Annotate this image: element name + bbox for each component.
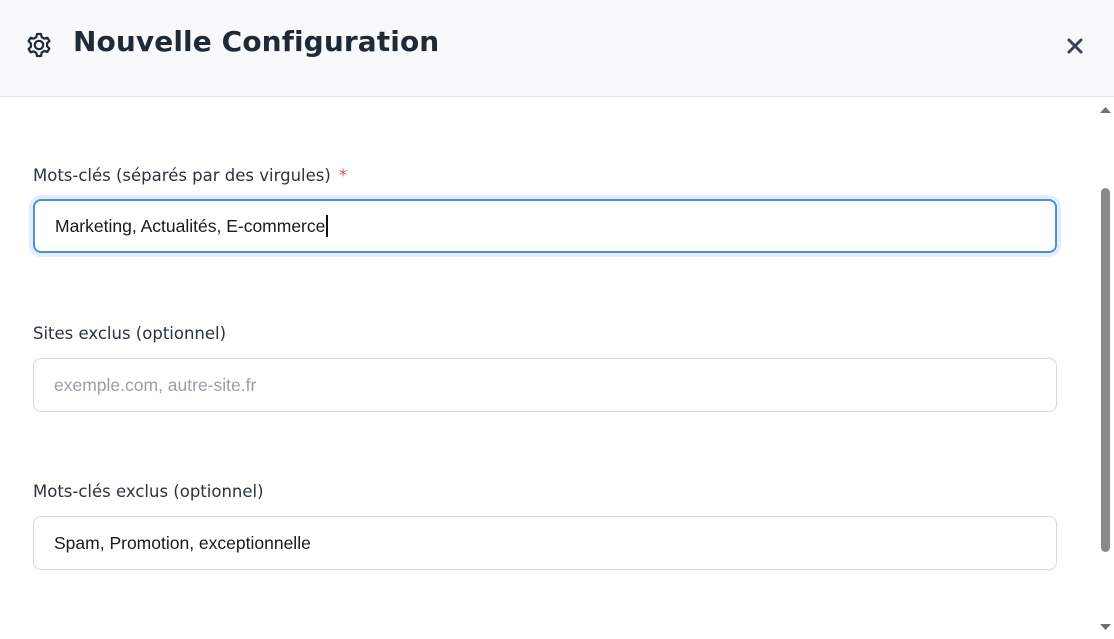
required-marker: *: [338, 166, 348, 185]
scroll-down-arrow-icon[interactable]: [1097, 620, 1114, 634]
keywords-label: Mots-clés (séparés par des virgules) *: [33, 166, 347, 185]
close-icon[interactable]: [1063, 34, 1087, 58]
vertical-scrollbar[interactable]: [1097, 98, 1114, 636]
excluded-keywords-input[interactable]: Spam, Promotion, exceptionnelle: [33, 516, 1057, 570]
keywords-input-value: Marketing, Actualités, E-commerce: [55, 215, 326, 236]
keywords-input[interactable]: Marketing, Actualités, E-commerce: [33, 199, 1057, 253]
excluded-keywords-input-value: Spam, Promotion, exceptionnelle: [54, 532, 311, 553]
excluded-sites-input[interactable]: exemple.com, autre-site.fr: [33, 358, 1057, 412]
scrollbar-thumb[interactable]: [1101, 188, 1110, 552]
gear-icon: [24, 30, 54, 60]
excluded-sites-label: Sites exclus (optionnel): [33, 324, 227, 343]
scroll-up-arrow-icon[interactable]: [1097, 103, 1114, 117]
modal-header: Nouvelle Configuration: [0, 0, 1114, 97]
excluded-sites-placeholder: exemple.com, autre-site.fr: [54, 374, 257, 395]
modal-title: Nouvelle Configuration: [73, 25, 440, 58]
text-caret: [326, 215, 328, 237]
excluded-keywords-label: Mots-clés exclus (optionnel): [33, 482, 264, 501]
keywords-label-text: Mots-clés (séparés par des virgules): [33, 166, 331, 185]
